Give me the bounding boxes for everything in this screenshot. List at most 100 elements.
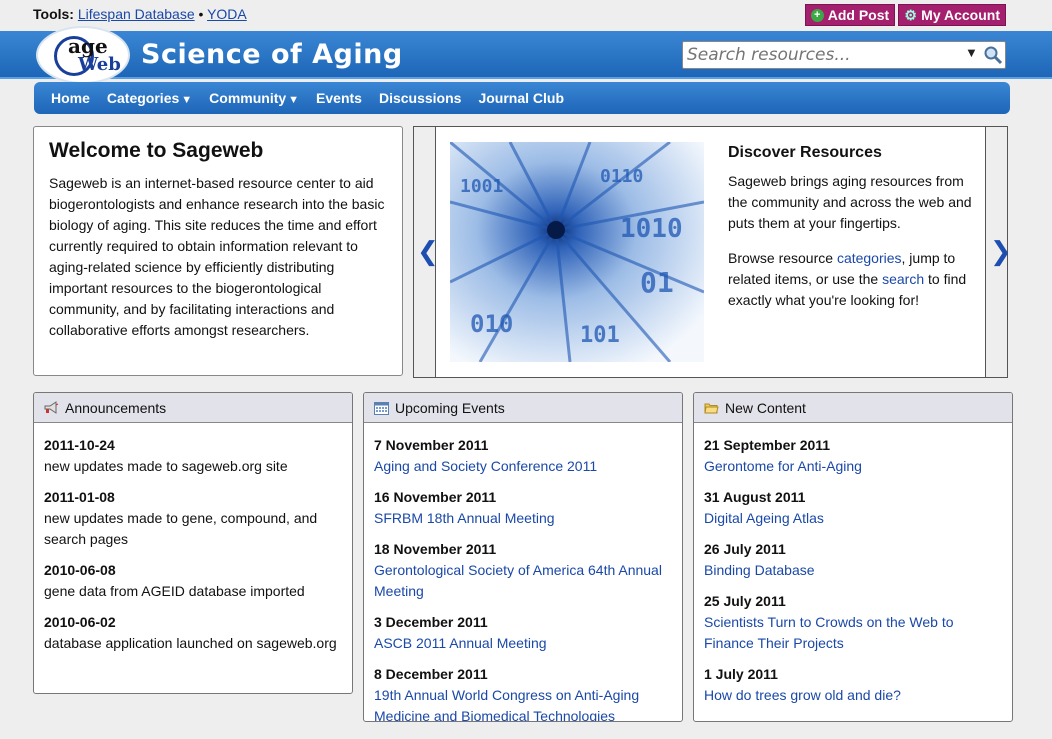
site-header: age Web Science of Aging ▼ bbox=[0, 26, 1052, 84]
nav-discussions-label: Discussions bbox=[378, 90, 462, 106]
carousel-prev-button[interactable]: ❮ bbox=[414, 127, 439, 377]
event-link[interactable]: Gerontological Society of America 64th A… bbox=[374, 562, 662, 599]
item-date: 1 July 2011 bbox=[704, 666, 778, 682]
dropdown-arrow-icon: ▼ bbox=[181, 94, 193, 106]
item-date: 2011-01-08 bbox=[44, 489, 115, 505]
search-link[interactable]: search bbox=[882, 271, 924, 287]
announcements-panel: Announcements 2011-10-24 new updates mad… bbox=[33, 392, 353, 694]
chevron-right-icon: ❯ bbox=[990, 237, 1012, 267]
slide-para-2: Browse resource categories, jump to rela… bbox=[728, 248, 978, 311]
calendar-icon bbox=[374, 401, 389, 415]
categories-link[interactable]: categories bbox=[837, 250, 902, 266]
nav-events-label: Events bbox=[316, 90, 362, 106]
resource-carousel: ❮ 1010 01 010 101 1001 0110 Discover Res… bbox=[413, 126, 1012, 378]
list-item: 2010-06-02 database application launched… bbox=[44, 612, 342, 654]
list-item: 25 July 2011 Scientists Turn to Crowds o… bbox=[704, 591, 1002, 654]
tools-bar: Tools: Lifespan Database • YODA bbox=[33, 6, 247, 22]
chevron-down-icon[interactable]: ▼ bbox=[965, 45, 978, 60]
yoda-link[interactable]: YODA bbox=[207, 6, 247, 22]
item-text: gene data from AGEID database imported bbox=[44, 583, 305, 599]
event-link[interactable]: SFRBM 18th Annual Meeting bbox=[374, 510, 555, 526]
svg-text:010: 010 bbox=[470, 310, 513, 338]
list-item: 3 December 2011 ASCB 2011 Annual Meeting bbox=[374, 612, 672, 654]
nav-events[interactable]: Events bbox=[316, 90, 362, 106]
nav-journal-club[interactable]: Journal Club bbox=[478, 90, 564, 106]
svg-text:1010: 1010 bbox=[620, 214, 683, 244]
content-link[interactable]: Digital Ageing Atlas bbox=[704, 510, 824, 526]
list-item: 31 August 2011 Digital Ageing Atlas bbox=[704, 487, 1002, 529]
new-content-title: New Content bbox=[725, 399, 806, 416]
content-link[interactable]: Scientists Turn to Crowds on the Web to … bbox=[704, 614, 954, 651]
folder-icon bbox=[704, 403, 719, 413]
slide-title: Discover Resources bbox=[728, 144, 882, 161]
add-post-button[interactable]: + Add Post bbox=[804, 4, 896, 26]
events-title: Upcoming Events bbox=[395, 399, 505, 416]
nav-discussions[interactable]: Discussions bbox=[379, 90, 461, 106]
item-date: 16 November 2011 bbox=[374, 489, 497, 505]
account-buttons: + Add Post ⚙ My Account bbox=[804, 4, 1006, 26]
nav-categories-label: Categories bbox=[106, 90, 180, 106]
nav-home[interactable]: Home bbox=[51, 90, 90, 106]
content-link[interactable]: Gerontome for Anti-Aging bbox=[704, 458, 862, 474]
item-date: 2011-10-24 bbox=[44, 437, 115, 453]
item-text: new updates made to sageweb.org site bbox=[44, 458, 288, 474]
nav-categories[interactable]: Categories ▼ bbox=[107, 90, 192, 106]
my-account-button[interactable]: ⚙ My Account bbox=[898, 4, 1006, 26]
item-date: 25 July 2011 bbox=[704, 593, 786, 609]
list-item: 2011-10-24 new updates made to sageweb.o… bbox=[44, 435, 342, 477]
item-date: 3 December 2011 bbox=[374, 614, 488, 630]
list-item: 2010-06-08 gene data from AGEID database… bbox=[44, 560, 342, 602]
dropdown-arrow-icon: ▼ bbox=[288, 94, 300, 106]
slide-para-1: Sageweb brings aging resources from the … bbox=[728, 173, 972, 231]
event-link[interactable]: ASCB 2011 Annual Meeting bbox=[374, 635, 547, 651]
tools-label: Tools: bbox=[33, 6, 74, 22]
svg-text:1001: 1001 bbox=[460, 176, 503, 197]
sageweb-logo[interactable]: age Web bbox=[36, 26, 130, 84]
search-icon[interactable] bbox=[983, 45, 1003, 65]
slide-para-2a: Browse resource bbox=[728, 250, 837, 266]
item-date: 8 December 2011 bbox=[374, 666, 488, 682]
list-item: 16 November 2011 SFRBM 18th Annual Meeti… bbox=[374, 487, 672, 529]
nav-community[interactable]: Community ▼ bbox=[209, 90, 299, 106]
item-date: 2010-06-02 bbox=[44, 614, 116, 630]
svg-text:0110: 0110 bbox=[600, 166, 643, 187]
megaphone-icon bbox=[44, 400, 59, 414]
item-date: 26 July 2011 bbox=[704, 541, 786, 557]
new-content-panel: New Content 21 September 2011 Gerontome … bbox=[693, 392, 1013, 722]
list-item: 1 July 2011 How do trees grow old and di… bbox=[704, 664, 1002, 706]
data-tunnel-image: 1010 01 010 101 1001 0110 bbox=[450, 142, 704, 362]
content-link[interactable]: How do trees grow old and die? bbox=[704, 687, 901, 703]
carousel-slide-text: Discover Resources Sageweb brings aging … bbox=[728, 144, 978, 325]
event-link[interactable]: 19th Annual World Congress on Anti-Aging… bbox=[374, 687, 639, 721]
svg-text:01: 01 bbox=[640, 266, 674, 299]
event-link[interactable]: Aging and Society Conference 2011 bbox=[374, 458, 597, 474]
nav-community-label: Community bbox=[209, 90, 287, 106]
list-item: 8 December 2011 19th Annual World Congre… bbox=[374, 664, 672, 721]
list-item: 26 July 2011 Binding Database bbox=[704, 539, 1002, 581]
list-item: 18 November 2011 Gerontological Society … bbox=[374, 539, 672, 602]
new-content-header: New Content bbox=[694, 393, 1012, 423]
item-date: 18 November 2011 bbox=[374, 541, 497, 557]
nav-journal-club-label: Journal Club bbox=[478, 90, 565, 106]
list-item: 2011-01-08 new updates made to gene, com… bbox=[44, 487, 342, 550]
item-date: 7 November 2011 bbox=[374, 437, 489, 453]
content-link[interactable]: Binding Database bbox=[704, 562, 815, 578]
carousel-next-button[interactable]: ❯ bbox=[985, 127, 1012, 377]
lifespan-database-link[interactable]: Lifespan Database bbox=[78, 6, 195, 22]
list-item: 21 September 2011 Gerontome for Anti-Agi… bbox=[704, 435, 1002, 477]
site-title[interactable]: Science of Aging bbox=[141, 39, 403, 70]
item-date: 21 September 2011 bbox=[704, 437, 831, 453]
svg-text:101: 101 bbox=[580, 323, 620, 348]
welcome-body: Sageweb is an internet-based resource ce… bbox=[49, 175, 385, 338]
item-date: 2010-06-08 bbox=[44, 562, 116, 578]
item-date: 31 August 2011 bbox=[704, 489, 806, 505]
nav-home-label: Home bbox=[51, 90, 90, 106]
search-input[interactable] bbox=[687, 45, 965, 65]
my-account-label: My Account bbox=[921, 7, 1000, 23]
item-text: new updates made to gene, compound, and … bbox=[44, 510, 318, 547]
upcoming-events-panel: Upcoming Events 7 November 2011 Aging an… bbox=[363, 392, 683, 722]
welcome-box: Welcome to Sageweb Sageweb is an interne… bbox=[33, 126, 403, 376]
list-item: 7 November 2011 Aging and Society Confer… bbox=[374, 435, 672, 477]
events-header: Upcoming Events bbox=[364, 393, 682, 423]
announcements-header: Announcements bbox=[34, 393, 352, 423]
